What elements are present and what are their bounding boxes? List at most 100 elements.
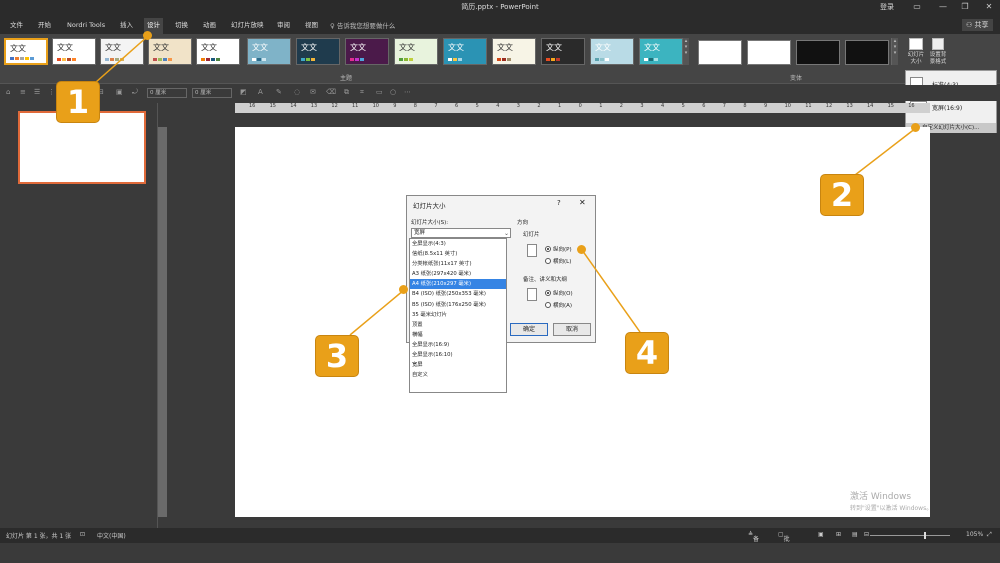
eraser-icon[interactable]: ⌫	[326, 88, 336, 96]
comments-button[interactable]: ▢ 批注	[778, 531, 790, 552]
size-option[interactable]: 信纸(8.5x11 英寸)	[410, 249, 506, 259]
watermark-subtitle: 转到"设置"以激活 Windows。	[850, 505, 933, 512]
size-option[interactable]: 分类帐纸张(11x17 英寸)	[410, 259, 506, 269]
theme-thumb[interactable]: 文文	[148, 38, 192, 65]
tell-me-text: 告诉我您想要做什么	[336, 22, 396, 30]
slide-landscape-radio[interactable]: 横向(L)	[545, 257, 571, 265]
width-input[interactable]: 0 厘米	[147, 88, 187, 98]
tab-animations[interactable]: 动画	[200, 19, 219, 32]
format-background-button[interactable]: 设置背景格式	[928, 38, 948, 66]
help-icon[interactable]: ?	[557, 199, 561, 207]
size-select[interactable]: 宽屏 ⌄	[411, 228, 511, 238]
crop-icon[interactable]: ⌗	[360, 88, 364, 97]
lasso-icon[interactable]: ◌	[294, 88, 300, 96]
variants-scroll[interactable]: ▴ ▾ ▾	[891, 38, 898, 65]
fill-icon[interactable]: ▣	[116, 88, 123, 96]
portrait-page-icon	[527, 244, 537, 257]
tab-insert[interactable]: 插入	[117, 19, 136, 32]
restore-icon[interactable]: ❐	[958, 2, 972, 11]
notes-button[interactable]: ≜ 备注	[748, 531, 759, 552]
theme-thumb[interactable]: 文文	[443, 38, 487, 65]
theme-thumb[interactable]: 文文	[52, 38, 96, 65]
tab-home[interactable]: 开始	[35, 19, 54, 32]
notes-portrait-radio[interactable]: 纵向(O)	[545, 289, 573, 297]
close-icon[interactable]: ✕	[982, 2, 996, 11]
pen-icon[interactable]: ✎	[276, 88, 282, 96]
size-option[interactable]: A3 纸张(297x420 毫米)	[410, 269, 506, 279]
tab-nordri-tools[interactable]: Nordri Tools	[64, 19, 108, 32]
slide-size-button[interactable]: 幻灯片大小	[906, 38, 926, 66]
theme-thumb[interactable]: 文文	[590, 38, 634, 65]
theme-thumb[interactable]: 文文	[100, 38, 144, 65]
theme-thumb[interactable]: 文文	[296, 38, 340, 65]
tab-slideshow[interactable]: 幻灯片放映	[228, 19, 267, 32]
shape-fill-icon[interactable]: ◩	[240, 88, 247, 96]
arrange-icon[interactable]: ⧉	[344, 88, 349, 97]
theme-thumb[interactable]: 文文	[4, 38, 48, 65]
more-icon[interactable]: ⋯	[404, 88, 411, 96]
align-left-icon[interactable]: ☰	[34, 88, 40, 96]
size-option[interactable]: 横幅	[410, 330, 506, 340]
ok-button[interactable]: 确定	[510, 323, 548, 336]
variant-thumb[interactable]	[698, 40, 742, 65]
tab-transitions[interactable]: 切换	[172, 19, 191, 32]
size-option[interactable]: 宽屏	[410, 360, 506, 370]
comment-icon[interactable]: ✉	[310, 88, 316, 96]
shapes-icon[interactable]: ▭	[376, 88, 383, 96]
tab-view[interactable]: 视图	[302, 19, 321, 32]
share-button[interactable]: ⚇ 共享	[962, 19, 993, 31]
align-icon[interactable]: ⌂	[6, 88, 10, 96]
theme-thumb[interactable]: 文文	[247, 38, 291, 65]
size-option[interactable]: 全屏显示(16:9)	[410, 340, 506, 350]
tab-file[interactable]: 文件	[7, 19, 26, 32]
zoom-level[interactable]: 105%	[966, 531, 983, 538]
size-option[interactable]: 自定义	[410, 370, 506, 380]
circle-icon[interactable]: ○	[390, 88, 396, 96]
tell-me-search[interactable]: ♀ 告诉我您想要做什么	[330, 20, 395, 30]
rotate-icon[interactable]: ⤾	[132, 88, 138, 97]
size-option[interactable]: B4 (ISO) 纸张(250x353 毫米)	[410, 289, 506, 299]
size-option[interactable]: 全屏显示(16:10)	[410, 350, 506, 360]
spellcheck-icon[interactable]: ⊡	[80, 531, 85, 538]
list-icon[interactable]: ⋮	[48, 88, 55, 96]
zoom-slider-track[interactable]	[870, 535, 950, 536]
size-option[interactable]: B5 (ISO) 纸张(176x250 毫米)	[410, 300, 506, 310]
zoom-slider-handle[interactable]	[924, 532, 926, 539]
size-option[interactable]: 35 毫米幻灯片	[410, 310, 506, 320]
reading-view-icon[interactable]: ▤	[852, 531, 858, 538]
variant-thumb[interactable]	[796, 40, 840, 65]
cancel-button[interactable]: 取消	[553, 323, 591, 336]
variant-thumb[interactable]	[845, 40, 889, 65]
height-input[interactable]: 0 厘米	[192, 88, 232, 98]
fit-slide-icon[interactable]: ⤢	[987, 531, 992, 539]
language-indicator[interactable]: 中文(中国)	[97, 531, 126, 540]
login-link[interactable]: 登录	[880, 2, 894, 12]
font-color-icon[interactable]: A	[258, 88, 263, 96]
theme-thumb[interactable]: 文文	[394, 38, 438, 65]
theme-thumb[interactable]: 文文	[196, 38, 240, 65]
slide-thumbnail-pane	[0, 103, 158, 528]
slideshow-view-icon[interactable]: ⊟	[864, 531, 869, 538]
theme-thumb[interactable]: 文文	[492, 38, 536, 65]
theme-thumb[interactable]: 文文	[639, 38, 683, 65]
notes-landscape-radio[interactable]: 横向(A)	[545, 301, 572, 309]
menu-item-wide[interactable]: 宽屏(16:9)	[932, 103, 962, 112]
size-option[interactable]: A4 纸张(210x297 毫米)	[410, 279, 506, 290]
size-option[interactable]: 全屏显示(4:3)	[410, 239, 506, 249]
themes-scroll[interactable]: ▴ ▾ ▾	[682, 38, 689, 65]
close-icon[interactable]: ✕	[579, 198, 586, 207]
theme-text: 文文	[399, 43, 415, 52]
sorter-view-icon[interactable]: ⊞	[836, 531, 841, 538]
ribbon-display-icon[interactable]: ▭	[910, 2, 924, 11]
slide-portrait-radio[interactable]: 纵向(P)	[545, 245, 572, 253]
size-option[interactable]: 顶置	[410, 320, 506, 330]
paragraph-icon[interactable]: ≡	[20, 88, 26, 96]
minimize-icon[interactable]: —	[936, 2, 950, 11]
horizontal-ruler: 16 15 14 13 12 11 10 9 8 7 6 5 4 3 2 1 0 1 2 3 4 5 6 7 8 9 10 11 12 1…	[235, 103, 930, 113]
window-title: 简历.pptx - PowerPoint	[461, 3, 539, 11]
tab-review[interactable]: 审阅	[274, 19, 293, 32]
theme-thumb[interactable]: 文文	[345, 38, 389, 65]
variant-thumb[interactable]	[747, 40, 791, 65]
theme-thumb[interactable]: 文文	[541, 38, 585, 65]
normal-view-icon[interactable]: ▣	[818, 531, 824, 538]
